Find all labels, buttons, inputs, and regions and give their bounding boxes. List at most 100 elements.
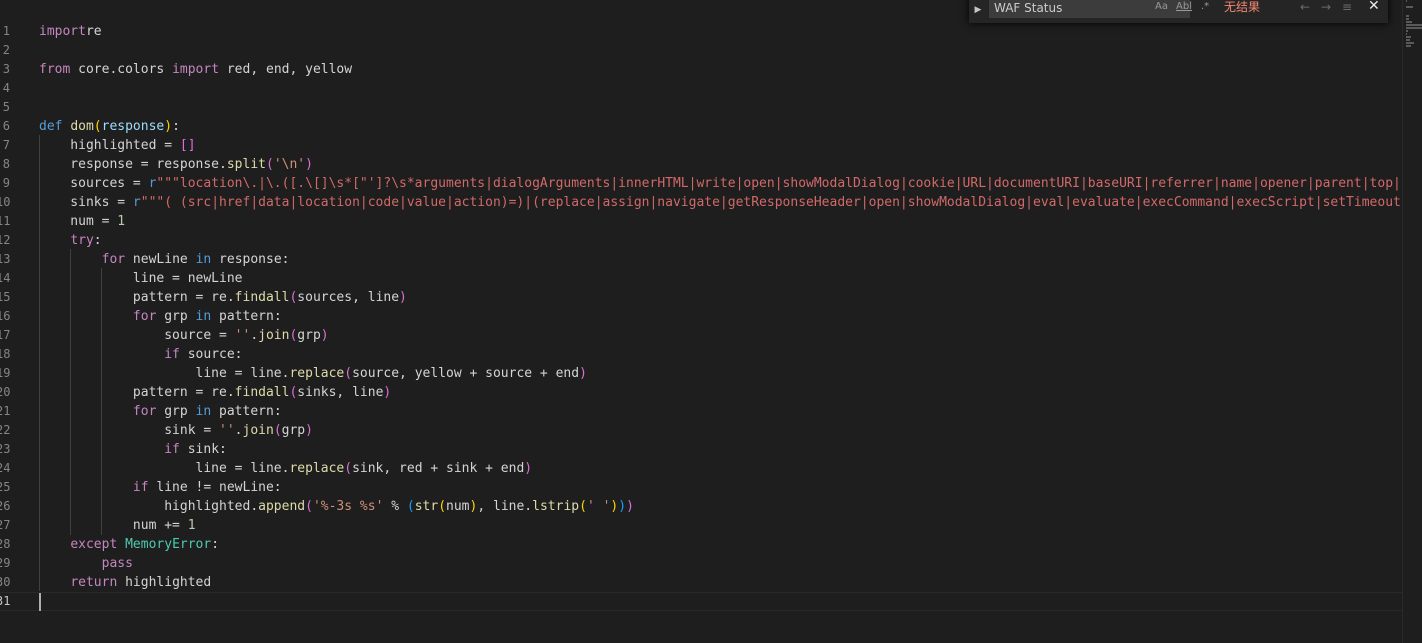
minimap-line — [1406, 18, 1409, 20]
code-line[interactable]: response = response.split('\n') — [39, 155, 1402, 174]
code-line[interactable]: line = newLine — [39, 269, 1402, 288]
line-number: 30 — [0, 575, 11, 589]
line-number: 29 — [0, 556, 11, 570]
code-token: import — [39, 24, 86, 39]
code-token: core.colors — [70, 62, 173, 77]
vertical-scrollbar[interactable] — [1402, 0, 1422, 643]
code-token: ( — [265, 157, 274, 172]
code-line[interactable] — [39, 98, 1402, 117]
code-line[interactable]: pass — [39, 554, 1402, 573]
code-editor[interactable]: 1234567891011121314151617181920212223242… — [0, 0, 1402, 643]
minimap-line — [1406, 15, 1409, 17]
code-token: ( — [305, 499, 313, 514]
next-match-icon[interactable]: → — [1321, 0, 1331, 15]
code-token: join — [258, 328, 290, 343]
code-token: ( — [579, 499, 587, 514]
match-case-button[interactable]: Aa — [1155, 0, 1168, 14]
previous-match-icon[interactable]: ← — [1300, 0, 1310, 15]
code-token: ' ' — [586, 499, 611, 514]
line-number: 8 — [2, 157, 10, 171]
find-in-selection-icon[interactable]: ≡ — [1342, 0, 1352, 15]
code-line[interactable]: except MemoryError: — [39, 535, 1402, 554]
code-line[interactable]: for newLine in response: — [39, 250, 1402, 269]
code-area[interactable]: importre from core.colors import red, end… — [0, 22, 1402, 611]
close-icon[interactable]: ✕ — [1368, 0, 1380, 14]
code-line[interactable]: from core.colors import red, end, yellow — [39, 60, 1402, 79]
code-line[interactable]: sinks = r"""( (src|href|data|location|co… — [39, 193, 1402, 212]
code-line[interactable]: sources = r"""location\.|\.([.\[]\s*["']… — [39, 174, 1402, 193]
code-line[interactable]: pattern = re.findall(sources, line) — [39, 288, 1402, 307]
code-token: , line. — [477, 499, 533, 514]
minimap-line — [1406, 33, 1407, 35]
code-line[interactable]: importre — [39, 22, 1402, 41]
line-number: 22 — [0, 423, 11, 437]
code-line[interactable]: line = line.replace(source, yellow + sou… — [39, 364, 1402, 383]
code-token: '' — [234, 328, 251, 343]
code-line[interactable]: pattern = re.findall(sinks, line) — [39, 383, 1402, 402]
code-line[interactable]: def dom(response): — [39, 117, 1402, 136]
code-token: ) — [579, 366, 587, 381]
line-number: 31 — [0, 594, 11, 608]
code-token: highlighted. — [39, 499, 259, 514]
code-token: red, end, yellow — [219, 62, 353, 77]
code-token: response = response. — [39, 157, 227, 172]
code-token: return — [70, 575, 118, 590]
code-token: pattern = re. — [39, 290, 235, 305]
indent-guide — [101, 268, 102, 535]
code-line[interactable]: if sink: — [39, 440, 1402, 459]
code-token: in — [195, 309, 212, 324]
minimap[interactable] — [1404, 0, 1422, 60]
toggle-replace-icon[interactable]: ▶ — [971, 0, 985, 21]
code-line[interactable]: line = line.replace(sink, red + sink + e… — [39, 459, 1402, 478]
code-line[interactable] — [39, 41, 1402, 60]
code-line[interactable]: if line != newLine: — [39, 478, 1402, 497]
code-line[interactable]: for grp in pattern: — [39, 307, 1402, 326]
line-number: 6 — [2, 119, 10, 133]
minimap-line — [1406, 21, 1412, 23]
code-line[interactable]: source = ''.join(grp) — [39, 326, 1402, 345]
line-number-gutter: 1234567891011121314151617181920212223242… — [0, 22, 18, 611]
code-token: ( — [406, 499, 415, 514]
code-token: for — [101, 252, 126, 267]
code-token: source = — [39, 328, 235, 343]
code-token: sinks = — [39, 195, 133, 210]
minimap-line — [1406, 36, 1411, 38]
code-token: import — [172, 62, 220, 77]
whole-word-button[interactable]: Abl — [1176, 0, 1192, 14]
code-line[interactable]: highlighted.append('%-3s %s' % (str(num)… — [39, 497, 1402, 516]
code-line[interactable] — [39, 79, 1402, 98]
code-token: in — [195, 404, 212, 419]
code-line[interactable] — [0, 592, 1402, 611]
line-number: 13 — [0, 252, 11, 266]
code-token: highlighted = — [39, 138, 180, 153]
line-number: 1 — [2, 24, 10, 38]
code-line[interactable]: sink = ''.join(grp) — [39, 421, 1402, 440]
code-line[interactable]: highlighted = [] — [39, 136, 1402, 155]
code-token: '\n' — [273, 157, 306, 172]
regex-button[interactable]: .* — [1201, 0, 1209, 14]
code-line[interactable]: for grp in pattern: — [39, 402, 1402, 421]
code-token: except — [70, 537, 118, 552]
code-token: for — [132, 404, 157, 419]
line-number: 26 — [0, 499, 11, 513]
code-line[interactable]: return highlighted — [39, 573, 1402, 592]
indent-guide — [39, 135, 40, 591]
code-token: % — [383, 499, 407, 514]
line-number: 12 — [0, 233, 11, 247]
line-number: 10 — [0, 195, 11, 209]
code-token: response: — [211, 252, 290, 267]
code-token: from — [39, 62, 71, 77]
code-token: pattern: — [211, 309, 282, 324]
minimap-line — [1406, 27, 1422, 29]
code-line[interactable]: try: — [39, 231, 1402, 250]
code-line[interactable]: num += 1 — [39, 516, 1402, 535]
code-line[interactable]: num = 1 — [39, 212, 1402, 231]
line-number: 5 — [2, 100, 10, 114]
code-token: newLine — [125, 252, 196, 267]
code-token: num — [446, 499, 470, 514]
code-line[interactable]: if source: — [39, 345, 1402, 364]
